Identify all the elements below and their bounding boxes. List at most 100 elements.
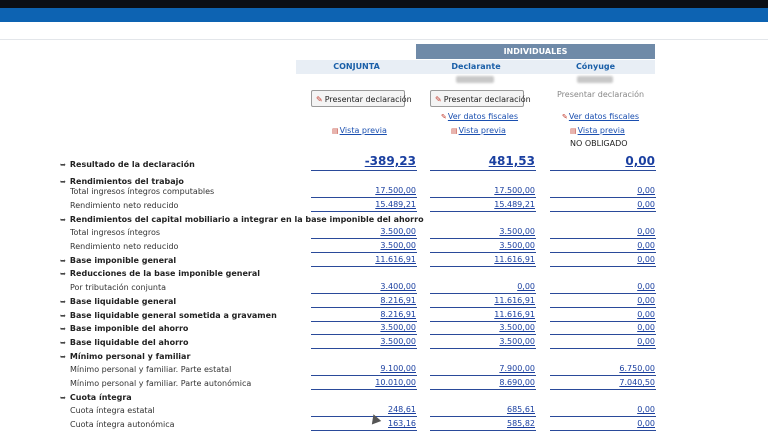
vista-previa-declarante-link[interactable]: ▤Vista previa [451, 126, 506, 135]
row-arrow-icon: ➥ [60, 394, 66, 402]
row-arrow-icon: ➥ [60, 325, 66, 333]
row-label-text: Mínimo personal y familiar. Parte autonó… [70, 379, 252, 388]
row-label-text: Rendimiento neto reducido [70, 242, 179, 251]
conyuge-value[interactable]: 0,00 [550, 226, 656, 239]
conyuge-value[interactable]: 0,00 [550, 336, 656, 349]
ver-datos-conyuge-label: Ver datos fiscales [568, 112, 640, 121]
conjunta-value[interactable]: 9.100,00 [311, 363, 417, 376]
conjunta-value[interactable]: 15.489,21 [311, 199, 417, 212]
row-label-text: Rendimientos del capital mobiliario a in… [69, 215, 424, 224]
row-label-text: Resultado de la declaración [69, 160, 195, 169]
row-label-text: Cuota íntegra [69, 393, 132, 402]
pdf-icon: ▤ [451, 127, 458, 135]
row-label-text: Por tributación conjunta [70, 283, 166, 292]
conjunta-value[interactable]: 3.500,00 [311, 240, 417, 253]
ver-datos-conyuge-link[interactable]: ✎Ver datos fiscales [562, 112, 639, 121]
row-label-text: Mínimo personal y familiar. Parte estata… [70, 365, 232, 374]
presentar-declarante-button[interactable]: ✎ Presentar declaración [430, 90, 531, 107]
app-header-bar [0, 8, 768, 22]
declarante-value[interactable]: 8.690,00 [430, 377, 536, 390]
declarante-value[interactable]: 17.500,00 [430, 185, 536, 198]
no-obligado-label: NO OBLIGADO [570, 139, 628, 148]
conyuge-value[interactable]: 0,00 [550, 309, 656, 322]
conyuge-value[interactable]: 0,00 [550, 240, 656, 253]
declarante-value[interactable]: 11.616,91 [430, 254, 536, 267]
tax-agency-icon: ✎ [316, 95, 323, 104]
row-label: ➥ Resultado de la declaración [60, 160, 195, 169]
row-label: ➥ Mínimo personal y familiar [60, 352, 190, 361]
conjunta-value[interactable]: 3.500,00 [311, 336, 417, 349]
declarante-value[interactable]: 3.500,00 [430, 240, 536, 253]
conyuge-value[interactable]: 0,00 [550, 418, 656, 431]
conjunta-value[interactable]: 10.010,00 [311, 377, 417, 390]
conyuge-value[interactable]: 0,00 [550, 404, 656, 417]
row-label: ➥ Base liquidable general sometida a grav… [60, 311, 277, 320]
row-label: ➥ Base imponible del ahorro [60, 324, 188, 333]
conjunta-value[interactable]: 3.500,00 [311, 322, 417, 335]
row-label: ➥ Rendimientos del capital mobiliario a i… [60, 215, 424, 224]
row-label: Mínimo personal y familiar. Parte autonó… [70, 379, 251, 388]
row-label: ➥ Base imponible general [60, 256, 176, 265]
row-label-text: Base liquidable del ahorro [69, 338, 189, 347]
conyuge-name-redacted [577, 76, 613, 83]
presentar-declarante-label: Presentar declaración [443, 95, 531, 104]
declarante-value[interactable]: 3.500,00 [430, 322, 536, 335]
conjunta-value[interactable]: 248,61 [311, 404, 417, 417]
window-top-bar [0, 0, 768, 8]
conjunta-column-header: CONJUNTA [296, 60, 417, 74]
pdf-icon: ▤ [570, 127, 577, 135]
row-arrow-icon: ➥ [60, 257, 66, 265]
row-label: Cuota íntegra estatal [70, 406, 155, 415]
conjunta-value[interactable]: 11.616,91 [311, 254, 417, 267]
row-arrow-icon: ➥ [60, 161, 66, 169]
row-label-text: Cuota íntegra estatal [70, 406, 155, 415]
header-divider [0, 39, 768, 40]
declarante-value[interactable]: 585,82 [430, 418, 536, 431]
conyuge-value[interactable]: 0,00 [550, 281, 656, 294]
conjunta-value[interactable]: 3.500,00 [311, 226, 417, 239]
conyuge-value[interactable]: 0,00 [550, 199, 656, 212]
row-arrow-icon: ➥ [60, 312, 66, 320]
declarante-value[interactable]: 7.900,00 [430, 363, 536, 376]
row-label-text: Mínimo personal y familiar [69, 352, 191, 361]
row-label-text: Base imponible del ahorro [69, 324, 189, 333]
row-label: ➥ Reducciones de la base imponible genera… [60, 269, 260, 278]
declarante-value[interactable]: 11.616,91 [430, 309, 536, 322]
presentar-conjunta-button[interactable]: ✎ Presentar declaración [311, 90, 412, 107]
declarante-value[interactable]: 3.500,00 [430, 336, 536, 349]
conyuge-value[interactable]: 0,00 [550, 295, 656, 308]
conjunta-value[interactable]: 8.216,91 [311, 295, 417, 308]
declarante-value[interactable]: 11.616,91 [430, 295, 536, 308]
vista-previa-conyuge-link[interactable]: ▤Vista previa [570, 126, 625, 135]
row-arrow-icon: ➥ [60, 178, 66, 186]
declarante-value[interactable]: 481,53 [430, 154, 536, 171]
conjunta-value[interactable]: 3.400,00 [311, 281, 417, 294]
conjunta-value[interactable]: 163,16 [311, 418, 417, 431]
row-label: Total ingresos íntegros computables [70, 187, 214, 196]
conyuge-value[interactable]: 0,00 [550, 185, 656, 198]
individuales-header: INDIVIDUALES [416, 44, 655, 59]
declarante-value[interactable]: 0,00 [430, 281, 536, 294]
row-label-text: Cuota íntegra autonómica [70, 420, 175, 429]
declarante-value[interactable]: 3.500,00 [430, 226, 536, 239]
row-arrow-icon: ➥ [60, 353, 66, 361]
conyuge-value[interactable]: 0,00 [550, 322, 656, 335]
row-label-text: Total ingresos íntegros [70, 228, 161, 237]
row-label: Rendimiento neto reducido [70, 201, 178, 210]
declarante-value[interactable]: 15.489,21 [430, 199, 536, 212]
vista-previa-conjunta-link[interactable]: ▤Vista previa [332, 126, 387, 135]
conyuge-value[interactable]: 7.040,50 [550, 377, 656, 390]
conyuge-value[interactable]: 0,00 [550, 154, 656, 171]
conyuge-value[interactable]: 6.750,00 [550, 363, 656, 376]
row-label: Rendimiento neto reducido [70, 242, 178, 251]
declarante-value[interactable]: 685,61 [430, 404, 536, 417]
row-label: ➥ Base liquidable del ahorro [60, 338, 188, 347]
conjunta-value[interactable]: 8.216,91 [311, 309, 417, 322]
ver-datos-declarante-link[interactable]: ✎Ver datos fiscales [441, 112, 518, 121]
conjunta-value[interactable]: -389,23 [311, 154, 417, 171]
conyuge-value[interactable]: 0,00 [550, 254, 656, 267]
row-label-text: Base liquidable general [69, 297, 177, 306]
row-label: Por tributación conjunta [70, 283, 166, 292]
conjunta-value[interactable]: 17.500,00 [311, 185, 417, 198]
vista-previa-declarante-label: Vista previa [458, 126, 506, 135]
